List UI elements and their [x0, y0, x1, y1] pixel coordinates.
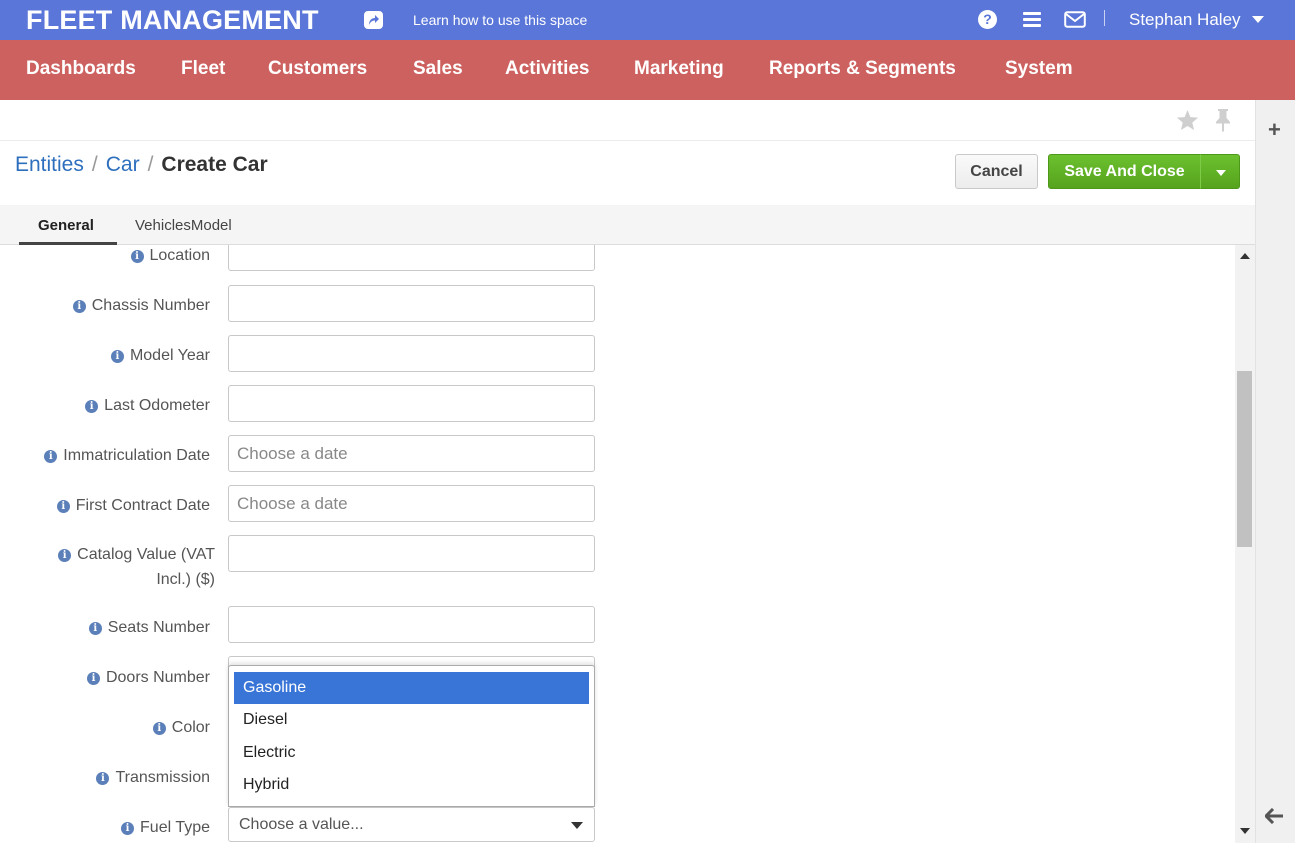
info-icon[interactable]: i	[110, 350, 124, 363]
immatriculation-date-label: i Immatriculation Date	[44, 447, 210, 465]
chassis-number-label: i Chassis Number	[72, 297, 210, 315]
tab-general[interactable]: General	[38, 217, 94, 234]
info-icon[interactable]: i	[130, 250, 144, 263]
tabs-bar: General VehiclesModel	[0, 205, 1255, 245]
header-divider-line	[0, 140, 1255, 141]
save-options-dropdown-button[interactable]	[1200, 154, 1240, 189]
star-icon[interactable]	[1176, 109, 1199, 136]
fuel-type-dropdown-list: Gasoline Diesel Electric Hybrid	[228, 665, 595, 807]
breadcrumb: Entities / Car / Create Car	[15, 153, 268, 177]
nav-activities[interactable]: Activities	[505, 58, 589, 80]
fuel-type-option-diesel[interactable]: Diesel	[234, 704, 589, 736]
last-odometer-label: i Last Odometer	[85, 397, 210, 415]
doors-number-label: i Doors Number	[86, 669, 210, 687]
tab-vehiclesmodel[interactable]: VehiclesModel	[135, 217, 232, 234]
info-icon[interactable]: i	[121, 822, 135, 835]
location-label: i Location	[130, 247, 210, 265]
caret-down-icon	[571, 822, 583, 829]
info-icon[interactable]: i	[44, 450, 58, 463]
scrollbar-thumb[interactable]	[1237, 371, 1252, 547]
mail-icon[interactable]	[1064, 11, 1086, 33]
location-input[interactable]	[228, 245, 595, 271]
user-menu[interactable]: Stephan Haley	[1129, 10, 1241, 30]
info-icon[interactable]: i	[58, 549, 72, 562]
save-and-close-button[interactable]: Save And Close	[1048, 154, 1201, 189]
first-contract-date-input[interactable]	[228, 485, 595, 522]
fuel-type-option-hybrid[interactable]: Hybrid	[234, 769, 589, 801]
caret-down-icon[interactable]	[1252, 16, 1264, 23]
plus-icon[interactable]: +	[1268, 117, 1281, 143]
scroll-down-arrow-icon[interactable]	[1240, 828, 1250, 834]
last-odometer-input[interactable]	[228, 385, 595, 422]
header-divider	[1104, 10, 1105, 26]
fuel-type-selected-value: Choose a value...	[239, 816, 364, 833]
transmission-label: i Transmission	[96, 769, 210, 787]
hamburger-menu-icon[interactable]	[1023, 12, 1041, 27]
nav-system[interactable]: System	[1005, 58, 1073, 80]
caret-down-icon	[1216, 170, 1226, 176]
info-icon[interactable]: i	[85, 400, 99, 413]
fuel-type-option-gasoline[interactable]: Gasoline	[234, 672, 589, 704]
arrow-left-icon[interactable]	[1263, 807, 1284, 829]
chassis-number-input[interactable]	[228, 285, 595, 322]
nav-fleet[interactable]: Fleet	[181, 58, 225, 80]
breadcrumb-separator: /	[91, 153, 98, 176]
breadcrumb-car[interactable]: Car	[106, 153, 140, 176]
share-icon[interactable]	[364, 11, 383, 29]
info-icon[interactable]: i	[152, 722, 166, 735]
car-form: i Location i Chassis Number i Model Year iL…	[0, 245, 1235, 843]
breadcrumb-entities[interactable]: Entities	[15, 153, 84, 176]
learn-how-link[interactable]: Learn how to use this space	[413, 12, 587, 28]
nav-dashboards[interactable]: Dashboards	[26, 58, 136, 80]
catalog-value-label: i Catalog Value (VAT Incl.) ($)	[35, 542, 215, 592]
nav-sales[interactable]: Sales	[413, 58, 463, 80]
color-label: i Color	[152, 719, 210, 737]
right-sidebar: +	[1255, 100, 1295, 843]
seats-number-label: i Seats Number	[88, 619, 210, 637]
main-navigation: Dashboards Fleet Customers Sales Activit…	[0, 40, 1295, 100]
nav-customers[interactable]: Customers	[268, 58, 367, 80]
info-icon[interactable]: i	[88, 622, 102, 635]
cancel-button[interactable]: Cancel	[955, 154, 1038, 189]
breadcrumb-separator: /	[147, 153, 154, 176]
top-header: FLEET MANAGEMENT Learn how to use this s…	[0, 0, 1295, 40]
info-icon[interactable]: i	[96, 772, 110, 785]
fuel-type-label: i Fuel Type	[121, 819, 210, 837]
fuel-type-option-electric[interactable]: Electric	[234, 737, 589, 769]
app-title[interactable]: FLEET MANAGEMENT	[26, 5, 319, 36]
first-contract-date-label: i First Contract Date	[56, 497, 210, 515]
immatriculation-date-input[interactable]	[228, 435, 595, 472]
info-icon[interactable]: i	[72, 300, 86, 313]
seats-number-input[interactable]	[228, 606, 595, 643]
scroll-up-arrow-icon[interactable]	[1240, 253, 1250, 259]
help-icon[interactable]: ?	[978, 10, 997, 29]
model-year-label: i Model Year	[110, 347, 210, 365]
nav-reports-segments[interactable]: Reports & Segments	[769, 58, 956, 80]
nav-marketing[interactable]: Marketing	[634, 58, 724, 80]
catalog-value-input[interactable]	[228, 535, 595, 572]
form-scrollbar[interactable]	[1235, 245, 1255, 843]
pin-icon[interactable]	[1214, 108, 1232, 137]
model-year-input[interactable]	[228, 335, 595, 372]
fuel-type-select[interactable]: Choose a value...	[228, 807, 595, 842]
info-icon[interactable]: i	[56, 500, 70, 513]
info-icon[interactable]: i	[86, 672, 100, 685]
page-title: Create Car	[161, 153, 268, 176]
